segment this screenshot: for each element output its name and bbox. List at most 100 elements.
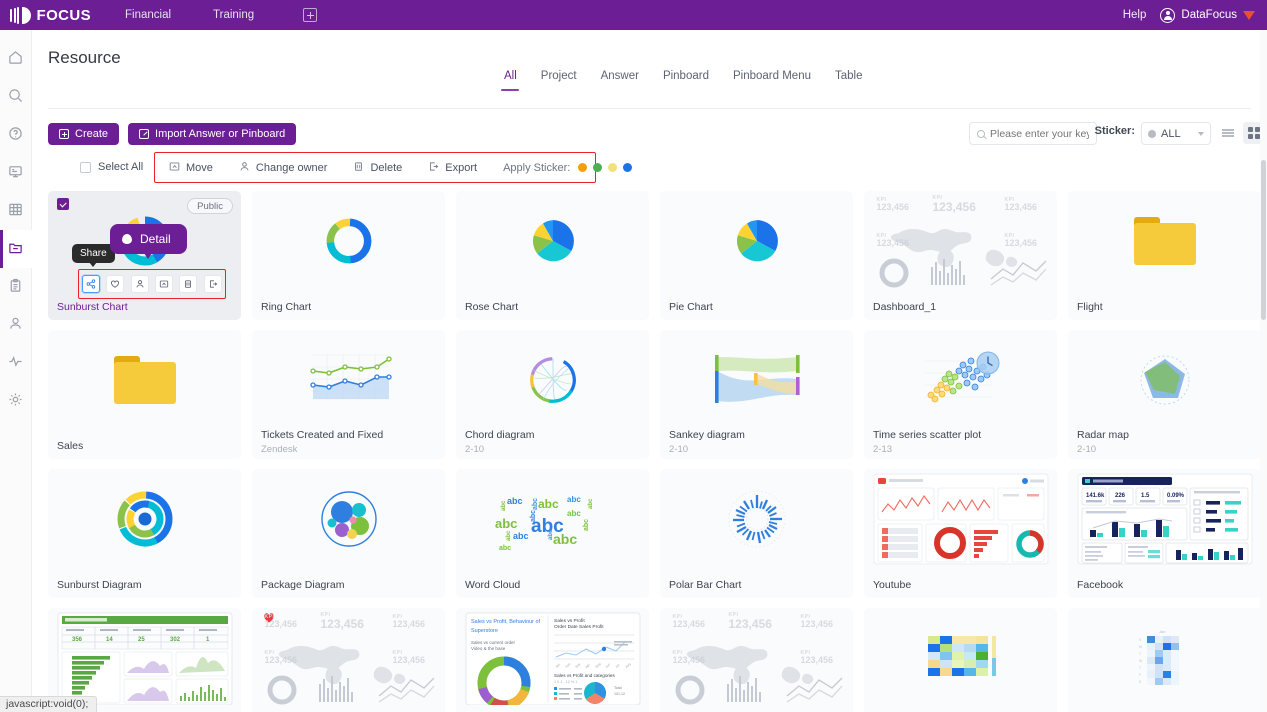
create-button-label: Create [75, 128, 109, 140]
card-hover-toolbar [78, 269, 226, 299]
sunburst-chart-thumb [117, 491, 172, 546]
resource-card[interactable]: Rose Chart [456, 191, 649, 320]
card-thumbnail: KPI 123,456 KPI 123,456 KPI 123,456 KPI 123,… [864, 191, 1057, 290]
list-view-toggle[interactable] [1217, 122, 1239, 144]
export-action[interactable]: Export [428, 161, 477, 175]
resource-card[interactable]: Public Share Detail Sunburst Chart [48, 191, 241, 320]
page-scrollbar[interactable] [1260, 30, 1267, 712]
resource-card[interactable]: Chord diagram 2-10 [456, 330, 649, 459]
heatmap-thumb [927, 635, 996, 676]
tab-answer[interactable]: Answer [589, 70, 651, 91]
move-action[interactable]: Move [169, 161, 213, 175]
delete-action[interactable]: Delete [353, 161, 402, 175]
resource-card[interactable]: Tickets Created and Fixed Zendesk [252, 330, 445, 459]
resource-card[interactable]: Ring Chart [252, 191, 445, 320]
sticker-green[interactable] [593, 163, 603, 172]
user-menu[interactable]: DataFocus [1160, 7, 1255, 23]
card-title: Pie Chart [669, 301, 713, 313]
resource-card[interactable]: Radar map 2-10 [1068, 330, 1261, 459]
select-all-checkbox[interactable] [80, 161, 91, 173]
change-owner-action-label: Change owner [255, 161, 328, 174]
card-footer: Sunburst Diagram [57, 579, 233, 591]
svg-text:abc: abc [506, 529, 512, 540]
kpi-value: 123,456 [264, 618, 298, 629]
resource-card[interactable]: 141.6k 226 1.5 0.09% Facebook [1068, 469, 1261, 598]
move-icon[interactable] [155, 275, 174, 293]
card-title: Word Cloud [465, 579, 521, 591]
create-button[interactable]: Create [48, 123, 120, 145]
import-button[interactable]: Import Answer or Pinboard [128, 123, 297, 145]
resource-card[interactable]: KPI 123,456 KPI 123,456 KPI 123,456 KPI 123,… [864, 191, 1057, 320]
card-title: Dashboard_1 [873, 301, 937, 313]
resource-card[interactable]: Polar Bar Chart [660, 469, 853, 598]
sticker-yellow[interactable] [608, 163, 618, 172]
svg-text:abc: abc [588, 497, 594, 508]
resource-card[interactable]: Youtube [864, 469, 1057, 598]
resource-card[interactable]: Flight [1068, 191, 1261, 320]
change-owner-action[interactable]: Change owner [239, 161, 328, 175]
sidebar-item-table[interactable] [0, 192, 32, 230]
resource-card[interactable]: Pie Chart [660, 191, 853, 320]
sidebar-item-presentation[interactable] [0, 154, 32, 192]
card-checkbox[interactable] [57, 198, 69, 210]
topnav-item-training[interactable]: Training [192, 0, 275, 30]
tab-pinboard[interactable]: Pinboard [651, 70, 721, 91]
tab-all[interactable]: All [492, 70, 529, 91]
resource-card[interactable] [864, 608, 1057, 712]
sidebar-item-clipboard[interactable] [0, 268, 32, 306]
sidebar-item-help[interactable] [0, 116, 32, 154]
sticker-filter-select[interactable]: ALL [1141, 122, 1211, 145]
search-box[interactable] [969, 122, 1097, 145]
radar-chart-thumb [1140, 355, 1189, 404]
resource-card[interactable]: Time series scatter plot 2-13 [864, 330, 1057, 459]
help-link[interactable]: Help [1123, 9, 1147, 21]
share-icon[interactable] [82, 275, 101, 293]
tab-pinboard-menu[interactable]: Pinboard Menu [721, 70, 823, 91]
mini-charts-icon [675, 675, 842, 704]
sidebar-item-resource[interactable] [0, 230, 32, 268]
svg-text:356: 356 [72, 637, 83, 643]
delete-icon[interactable] [179, 275, 198, 293]
resource-card[interactable]: Sunburst Diagram [48, 469, 241, 598]
add-tab-icon[interactable] [303, 8, 318, 22]
card-title: Tickets Created and Fixed [261, 429, 384, 441]
resource-card[interactable]: KPI 123,456 KPI 123,456 KPI 123,456 KPI 123,… [660, 608, 853, 712]
scrollbar-thumb[interactable] [1261, 160, 1266, 320]
sidebar-item-user[interactable] [0, 306, 32, 344]
folder-icon [8, 240, 23, 258]
card-thumbnail [864, 608, 1057, 707]
card-title: Sales [57, 440, 84, 452]
resource-card[interactable]: Jan S M T W T F S [1068, 608, 1261, 712]
resource-card[interactable]: KPI 123,456 KPI 123,456 KPI 123,456 KPI 123,… [252, 608, 445, 712]
card-subtitle: 2-10 [1077, 444, 1097, 455]
svg-text:1 0 1 , 12 % 1: 1 0 1 , 12 % 1 [554, 680, 577, 684]
card-thumbnail [864, 469, 1057, 568]
resource-card[interactable]: Package Diagram [252, 469, 445, 598]
topnav-item-financial[interactable]: Financial [104, 0, 192, 30]
select-all-control[interactable]: Select All [80, 158, 143, 176]
sticker-orange[interactable] [578, 163, 588, 172]
favorite-heart-icon[interactable] [106, 275, 125, 293]
resource-card[interactable]: abc abc abc abc abc abc abc abc abc abc … [456, 469, 649, 598]
tab-table[interactable]: Table [823, 70, 875, 91]
sidebar-item-activity[interactable] [0, 344, 32, 382]
home-icon [8, 50, 23, 68]
user-name: DataFocus [1181, 9, 1237, 21]
change-owner-icon[interactable] [130, 275, 149, 293]
apply-sticker-label: Apply Sticker: [503, 161, 571, 174]
sticker-blue[interactable] [623, 163, 633, 172]
card-thumbnail [1068, 191, 1261, 290]
sidebar-item-settings[interactable] [0, 382, 32, 420]
select-all-label: Select All [98, 161, 144, 173]
tab-project[interactable]: Project [529, 70, 589, 91]
export-icon[interactable] [203, 275, 222, 293]
search-input[interactable] [990, 127, 1089, 140]
sidebar-item-home[interactable] [0, 40, 32, 78]
sidebar-item-search[interactable] [0, 78, 32, 116]
resource-card[interactable]: Sankey diagram 2-10 [660, 330, 853, 459]
resource-card[interactable]: Sales [48, 330, 241, 459]
ring-chart-thumb [326, 218, 371, 263]
brand-logo[interactable]: FOCUS [0, 6, 100, 24]
resource-card[interactable]: Sales vs Profit, Behaviour of Superstore … [456, 608, 649, 712]
sticker-dot-icon [1148, 129, 1156, 138]
